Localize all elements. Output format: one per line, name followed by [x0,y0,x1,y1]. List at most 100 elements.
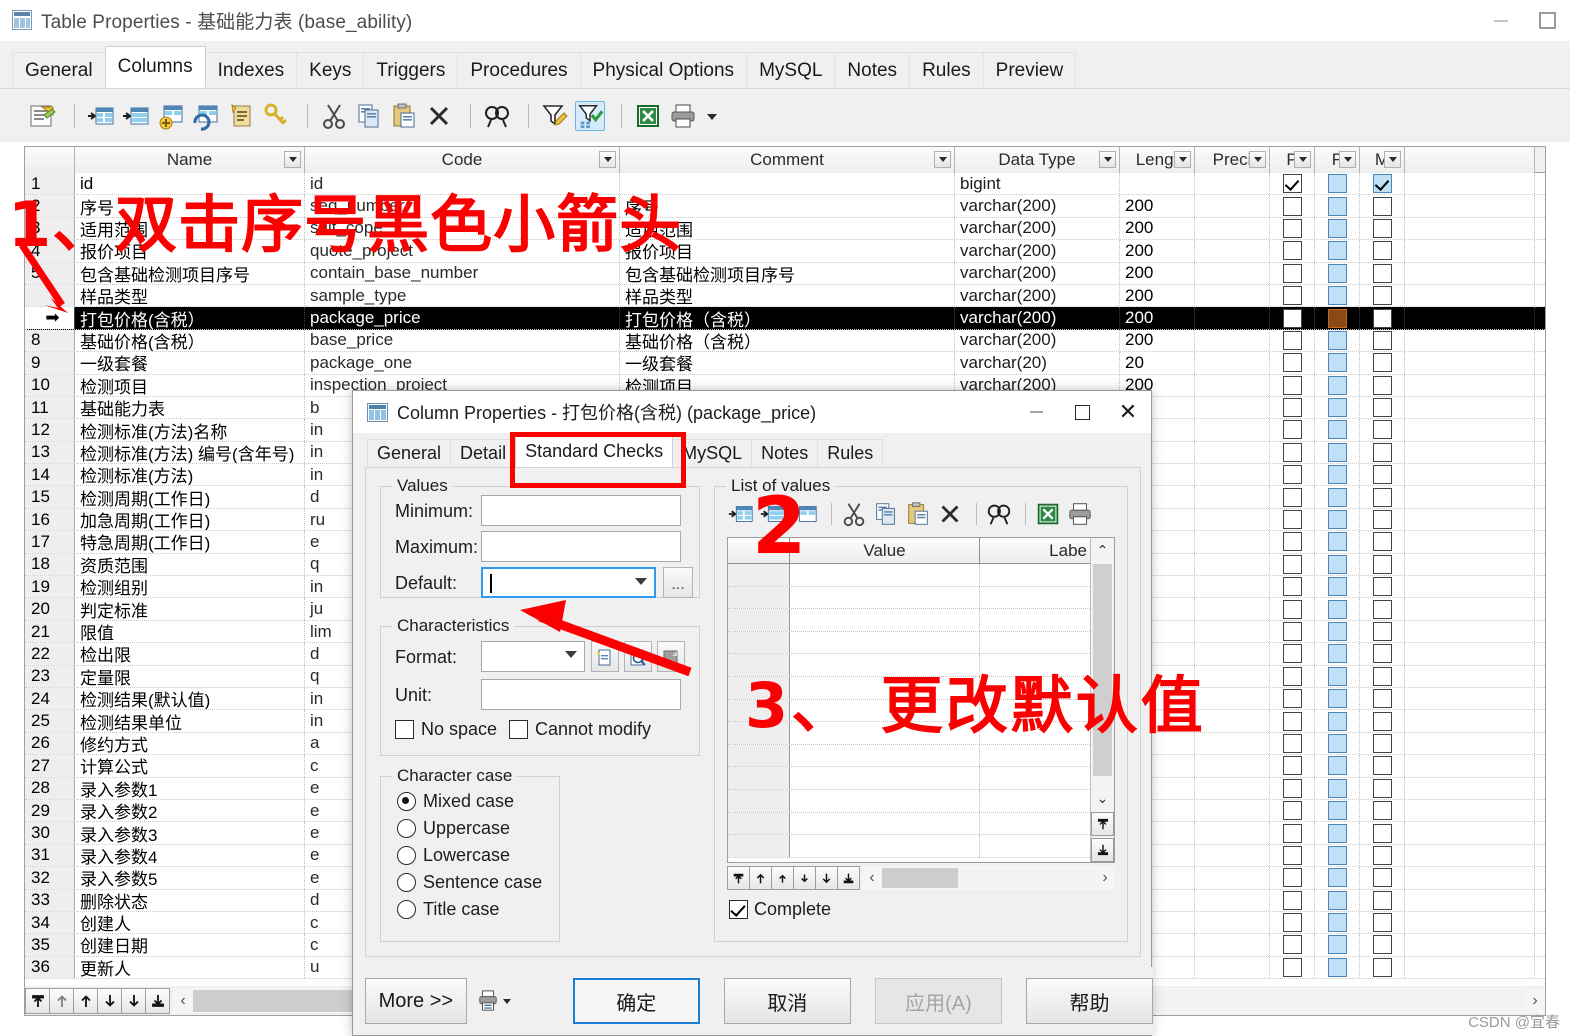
next-row-button[interactable] [793,866,816,890]
checkbox-icon[interactable] [1282,599,1302,619]
checkbox-icon[interactable] [1282,196,1302,216]
next-row-button[interactable] [97,987,122,1014]
checkbox-icon[interactable] [1372,935,1392,955]
print-icon[interactable] [1066,500,1094,528]
list-of-values-header-label[interactable]: Labe [980,538,1092,563]
minimum-input[interactable] [481,495,681,526]
checkbox-cell-p[interactable] [1270,598,1315,620]
checkbox-icon[interactable] [1372,263,1392,283]
checkbox-icon[interactable] [1327,577,1347,597]
checkbox-cell-f[interactable] [1315,531,1360,553]
checkbox-icon[interactable] [1327,823,1347,843]
dialog-close-button[interactable]: ✕ [1105,391,1151,433]
list-item[interactable] [728,609,1114,632]
checkbox-icon[interactable] [1372,733,1392,753]
cell-length[interactable]: 20 [1120,352,1195,374]
tab-triggers[interactable]: Triggers [363,52,459,88]
checkbox-cell-m[interactable] [1360,307,1405,329]
list-row-header[interactable] [728,586,790,609]
checkbox-icon[interactable] [1372,957,1392,977]
character-case-option[interactable]: Uppercase [397,818,542,839]
cell-precision[interactable] [1195,732,1270,755]
grid-header-precision[interactable]: Preci [1195,147,1270,173]
checkbox-cell-p[interactable] [1270,464,1315,486]
row-number-cell[interactable]: 17 [25,531,75,553]
insert-row-icon[interactable] [727,500,755,528]
first-row-button[interactable] [727,866,750,890]
cell-precision[interactable] [1195,195,1270,217]
column-filter-dropdown-icon[interactable] [1294,151,1311,168]
cell-name[interactable]: 修约方式 [75,732,305,755]
filter-edit-icon[interactable] [540,101,570,131]
delete-icon[interactable] [936,500,964,528]
row-number-cell[interactable]: 19 [25,576,75,598]
checkbox-icon[interactable] [1372,778,1392,798]
cell-name[interactable]: 删除状态 [75,889,305,911]
checkbox-cell-p[interactable] [1270,867,1315,889]
cell-comment[interactable]: 打包价格（含税） [620,307,955,329]
checkbox-cell-p[interactable] [1270,307,1315,329]
checkbox-cell-p[interactable] [1270,822,1315,844]
checkbox-cell-p[interactable] [1270,777,1315,799]
list-item[interactable] [728,631,1114,655]
row-number-cell[interactable]: 16 [25,508,75,531]
checkbox-icon[interactable] [1372,196,1392,216]
list-row-header[interactable] [728,812,790,835]
checkbox-cell-m[interactable] [1360,217,1405,240]
checkbox-cell-p[interactable] [1270,553,1315,576]
scroll-right-icon[interactable]: › [1525,992,1545,1010]
checkbox-cell-f[interactable] [1315,956,1360,979]
checkbox-cell-m[interactable] [1360,441,1405,464]
cell-dtype[interactable]: varchar(20) [955,352,1120,374]
tab-columns[interactable]: Columns [104,46,206,88]
row-number-cell[interactable]: 34 [25,911,75,934]
cell-name[interactable]: 检测标准(方法) [75,464,305,486]
cell-name[interactable]: 检测周期(工作日) [75,486,305,508]
ok-button[interactable]: 确定 [572,978,700,1024]
cell-precision[interactable] [1195,374,1270,396]
column-filter-dropdown-icon[interactable] [599,151,616,168]
tab-mysql[interactable]: MySQL [746,52,836,88]
find-icon[interactable] [482,101,512,131]
row-number-cell[interactable]: 35 [25,934,75,956]
cell-dtype[interactable]: varchar(200) [955,284,1120,307]
cell-precision[interactable] [1195,307,1270,329]
cell-name[interactable]: 资质范围 [75,553,305,576]
cell-name[interactable]: 基础能力表 [75,396,305,419]
cell-precision[interactable] [1195,531,1270,553]
cell-code[interactable]: base_price [305,329,620,352]
checkbox-icon[interactable] [1327,845,1347,865]
cell-name[interactable]: 检测项目 [75,374,305,396]
checkbox-icon[interactable] [1327,689,1347,709]
list-row-header[interactable] [728,789,790,812]
checkbox-icon[interactable] [1327,218,1347,238]
checkbox-cell-f[interactable] [1315,777,1360,799]
checkbox-icon[interactable] [1372,756,1392,776]
cell-precision[interactable] [1195,352,1270,374]
row-number-cell[interactable]: 21 [25,620,75,643]
checkbox-cell-p[interactable] [1270,486,1315,508]
dialog-tab-general[interactable]: General [367,439,452,467]
checkbox-icon[interactable] [1327,442,1347,462]
cell-length[interactable]: 200 [1120,217,1195,240]
row-number-cell[interactable]: 33 [25,889,75,911]
grid-header-tail[interactable] [1405,147,1535,173]
list-item[interactable] [728,586,1114,610]
column-filter-dropdown-icon[interactable] [1384,151,1401,168]
cell-name[interactable]: 创建人 [75,911,305,934]
checkbox-icon[interactable] [1282,913,1302,933]
character-case-option[interactable]: Mixed case [397,791,542,812]
cell-length[interactable]: 200 [1120,284,1195,307]
tab-procedures[interactable]: Procedures [457,52,581,88]
checkbox-cell-m[interactable] [1360,531,1405,553]
list-value-cell[interactable] [790,767,980,789]
checkbox-cell-m[interactable] [1360,867,1405,889]
grid-header-p[interactable]: P [1270,147,1315,173]
checkbox-cell-m[interactable] [1360,352,1405,374]
checkbox-icon[interactable] [1372,868,1392,888]
checkbox-cell-f[interactable] [1315,396,1360,419]
checkbox-cell-m[interactable] [1360,576,1405,598]
row-number-cell[interactable]: 14 [25,464,75,486]
checkbox-icon[interactable] [1372,375,1392,395]
checkbox-cell-f[interactable] [1315,732,1360,755]
